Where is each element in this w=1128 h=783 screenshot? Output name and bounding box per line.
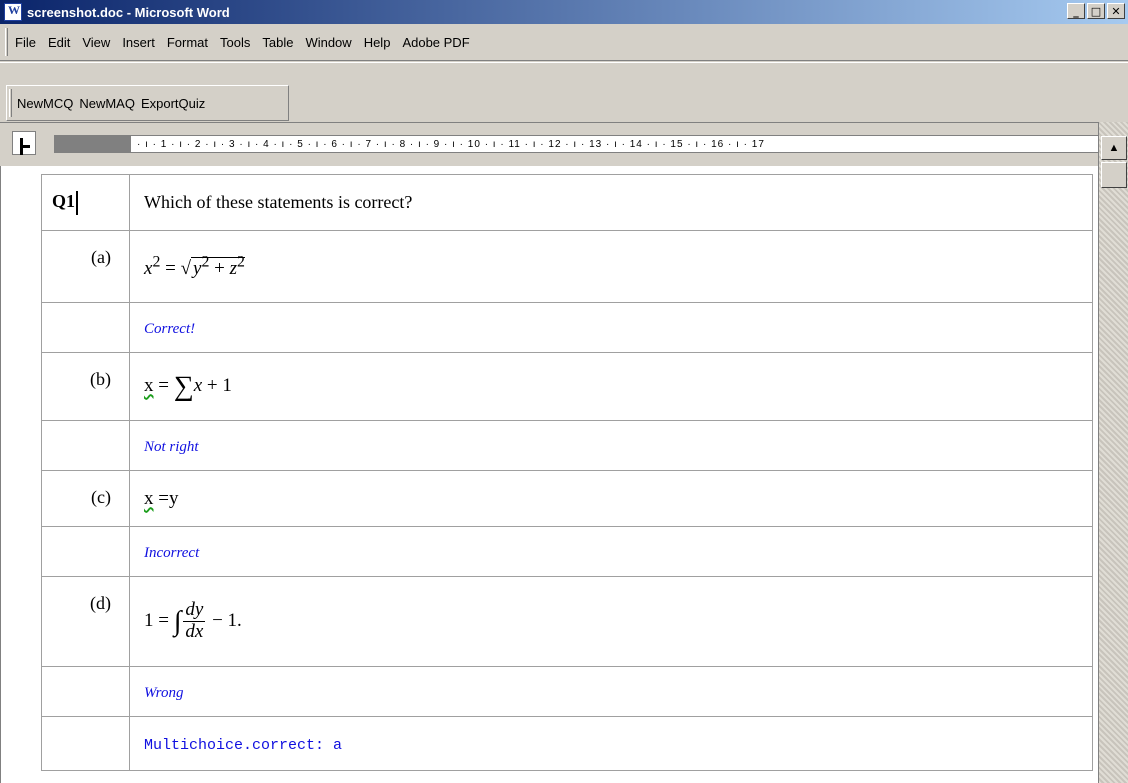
feedback-a-cell[interactable]: Correct! bbox=[129, 302, 1093, 353]
ruler-margin bbox=[55, 136, 131, 152]
question-text: Which of these statements is correct? bbox=[144, 192, 413, 212]
export-quiz-button[interactable]: ExportQuiz bbox=[141, 96, 205, 111]
quiz-table: Q1 Which of these statements is correct?… bbox=[41, 174, 1093, 771]
close-icon[interactable]: ✕ bbox=[1107, 3, 1125, 19]
scroll-thumb[interactable] bbox=[1101, 162, 1127, 188]
maximize-icon[interactable]: □ bbox=[1087, 3, 1105, 19]
quiz-toolbar: NewMCQ NewMAQ ExportQuiz bbox=[6, 85, 289, 121]
feedback-label-cell bbox=[41, 420, 130, 471]
menu-grip[interactable] bbox=[5, 28, 8, 56]
feedback-label-cell bbox=[41, 526, 130, 577]
question-text-cell[interactable]: Which of these statements is correct? bbox=[129, 174, 1093, 231]
option-label-b: (b) bbox=[41, 352, 130, 421]
option-label-d: (d) bbox=[41, 576, 130, 667]
document-area[interactable]: Q1 Which of these statements is correct?… bbox=[0, 166, 1098, 783]
correct-answer-meta: Multichoice.correct: a bbox=[144, 737, 343, 754]
option-a-cell[interactable]: x2 = √ y2 + z2 bbox=[129, 230, 1093, 303]
menu-format[interactable]: Format bbox=[161, 35, 214, 50]
feedback-d: Wrong bbox=[144, 685, 184, 701]
feedback-c-cell[interactable]: Incorrect bbox=[129, 526, 1093, 577]
meta-row: Multichoice.correct: a bbox=[41, 716, 1093, 771]
feedback-row: Wrong bbox=[41, 666, 1093, 717]
vertical-scrollbar[interactable]: ▲ bbox=[1098, 122, 1128, 783]
option-c-cell[interactable]: x =y bbox=[129, 470, 1093, 527]
ruler-ticks: · ı · 1 · ı · 2 · ı · 3 · ı · 4 · ı · 5 … bbox=[137, 138, 765, 150]
feedback-b: Not right bbox=[144, 439, 199, 455]
menu-adobe-pdf[interactable]: Adobe PDF bbox=[396, 35, 475, 50]
meta-label-cell bbox=[41, 716, 130, 771]
feedback-label-cell bbox=[41, 666, 130, 717]
feedback-a: Correct! bbox=[144, 321, 196, 337]
menu-insert[interactable]: Insert bbox=[116, 35, 161, 50]
scroll-up-icon[interactable]: ▲ bbox=[1101, 136, 1127, 160]
feedback-b-cell[interactable]: Not right bbox=[129, 420, 1093, 471]
toolbar: NewMCQ NewMAQ ExportQuiz bbox=[0, 62, 1128, 121]
option-label-c: (c) bbox=[41, 470, 130, 527]
horizontal-ruler[interactable]: · ı · 1 · ı · 2 · ı · 3 · ı · 4 · ı · 5 … bbox=[54, 135, 1104, 153]
menu-edit[interactable]: Edit bbox=[42, 35, 76, 50]
equation-d[interactable]: 1 = ∫ dy dx − 1. bbox=[144, 599, 242, 642]
text-cursor bbox=[76, 190, 79, 215]
menu-file[interactable]: File bbox=[9, 35, 42, 50]
feedback-c: Incorrect bbox=[144, 545, 200, 561]
option-row: (b) x = ∑x + 1 bbox=[41, 352, 1093, 421]
menu-window[interactable]: Window bbox=[299, 35, 357, 50]
option-d-cell[interactable]: 1 = ∫ dy dx − 1. bbox=[129, 576, 1093, 667]
equation-c[interactable]: x =y bbox=[144, 488, 178, 509]
feedback-row: Incorrect bbox=[41, 526, 1093, 577]
feedback-row: Correct! bbox=[41, 302, 1093, 353]
window-controls: _ □ ✕ bbox=[1067, 3, 1125, 19]
option-row: (a) x2 = √ y2 + z2 bbox=[41, 230, 1093, 303]
meta-cell[interactable]: Multichoice.correct: a bbox=[129, 716, 1093, 771]
question-row: Q1 Which of these statements is correct? bbox=[41, 174, 1093, 231]
option-row: (d) 1 = ∫ dy dx − 1. bbox=[41, 576, 1093, 667]
minimize-icon[interactable]: _ bbox=[1067, 3, 1085, 19]
feedback-row: Not right bbox=[41, 420, 1093, 471]
title-bar: screenshot.doc - Microsoft Word _ □ ✕ bbox=[0, 0, 1128, 24]
menu-tools[interactable]: Tools bbox=[214, 35, 256, 50]
menu-bar: File Edit View Insert Format Tools Table… bbox=[0, 24, 1128, 61]
tab-selector-icon[interactable] bbox=[12, 131, 36, 155]
ruler-row: · ı · 1 · ı · 2 · ı · 3 · ı · 4 · ı · 5 … bbox=[0, 122, 1128, 166]
menu-help[interactable]: Help bbox=[358, 35, 397, 50]
window-title: screenshot.doc - Microsoft Word bbox=[27, 4, 230, 20]
toolbar-grip[interactable] bbox=[9, 89, 12, 117]
option-row: (c) x =y bbox=[41, 470, 1093, 527]
new-mcq-button[interactable]: NewMCQ bbox=[17, 96, 73, 111]
equation-a[interactable]: x2 = √ y2 + z2 bbox=[144, 253, 245, 279]
question-label: Q1 bbox=[52, 190, 76, 211]
feedback-d-cell[interactable]: Wrong bbox=[129, 666, 1093, 717]
feedback-label-cell bbox=[41, 302, 130, 353]
new-maq-button[interactable]: NewMAQ bbox=[79, 96, 135, 111]
question-label-cell[interactable]: Q1 bbox=[41, 174, 130, 231]
menu-table[interactable]: Table bbox=[256, 35, 299, 50]
equation-b[interactable]: x = ∑x + 1 bbox=[144, 371, 232, 402]
option-b-cell[interactable]: x = ∑x + 1 bbox=[129, 352, 1093, 421]
menu-view[interactable]: View bbox=[76, 35, 116, 50]
option-label-a: (a) bbox=[41, 230, 130, 303]
word-doc-icon[interactable] bbox=[4, 3, 22, 21]
